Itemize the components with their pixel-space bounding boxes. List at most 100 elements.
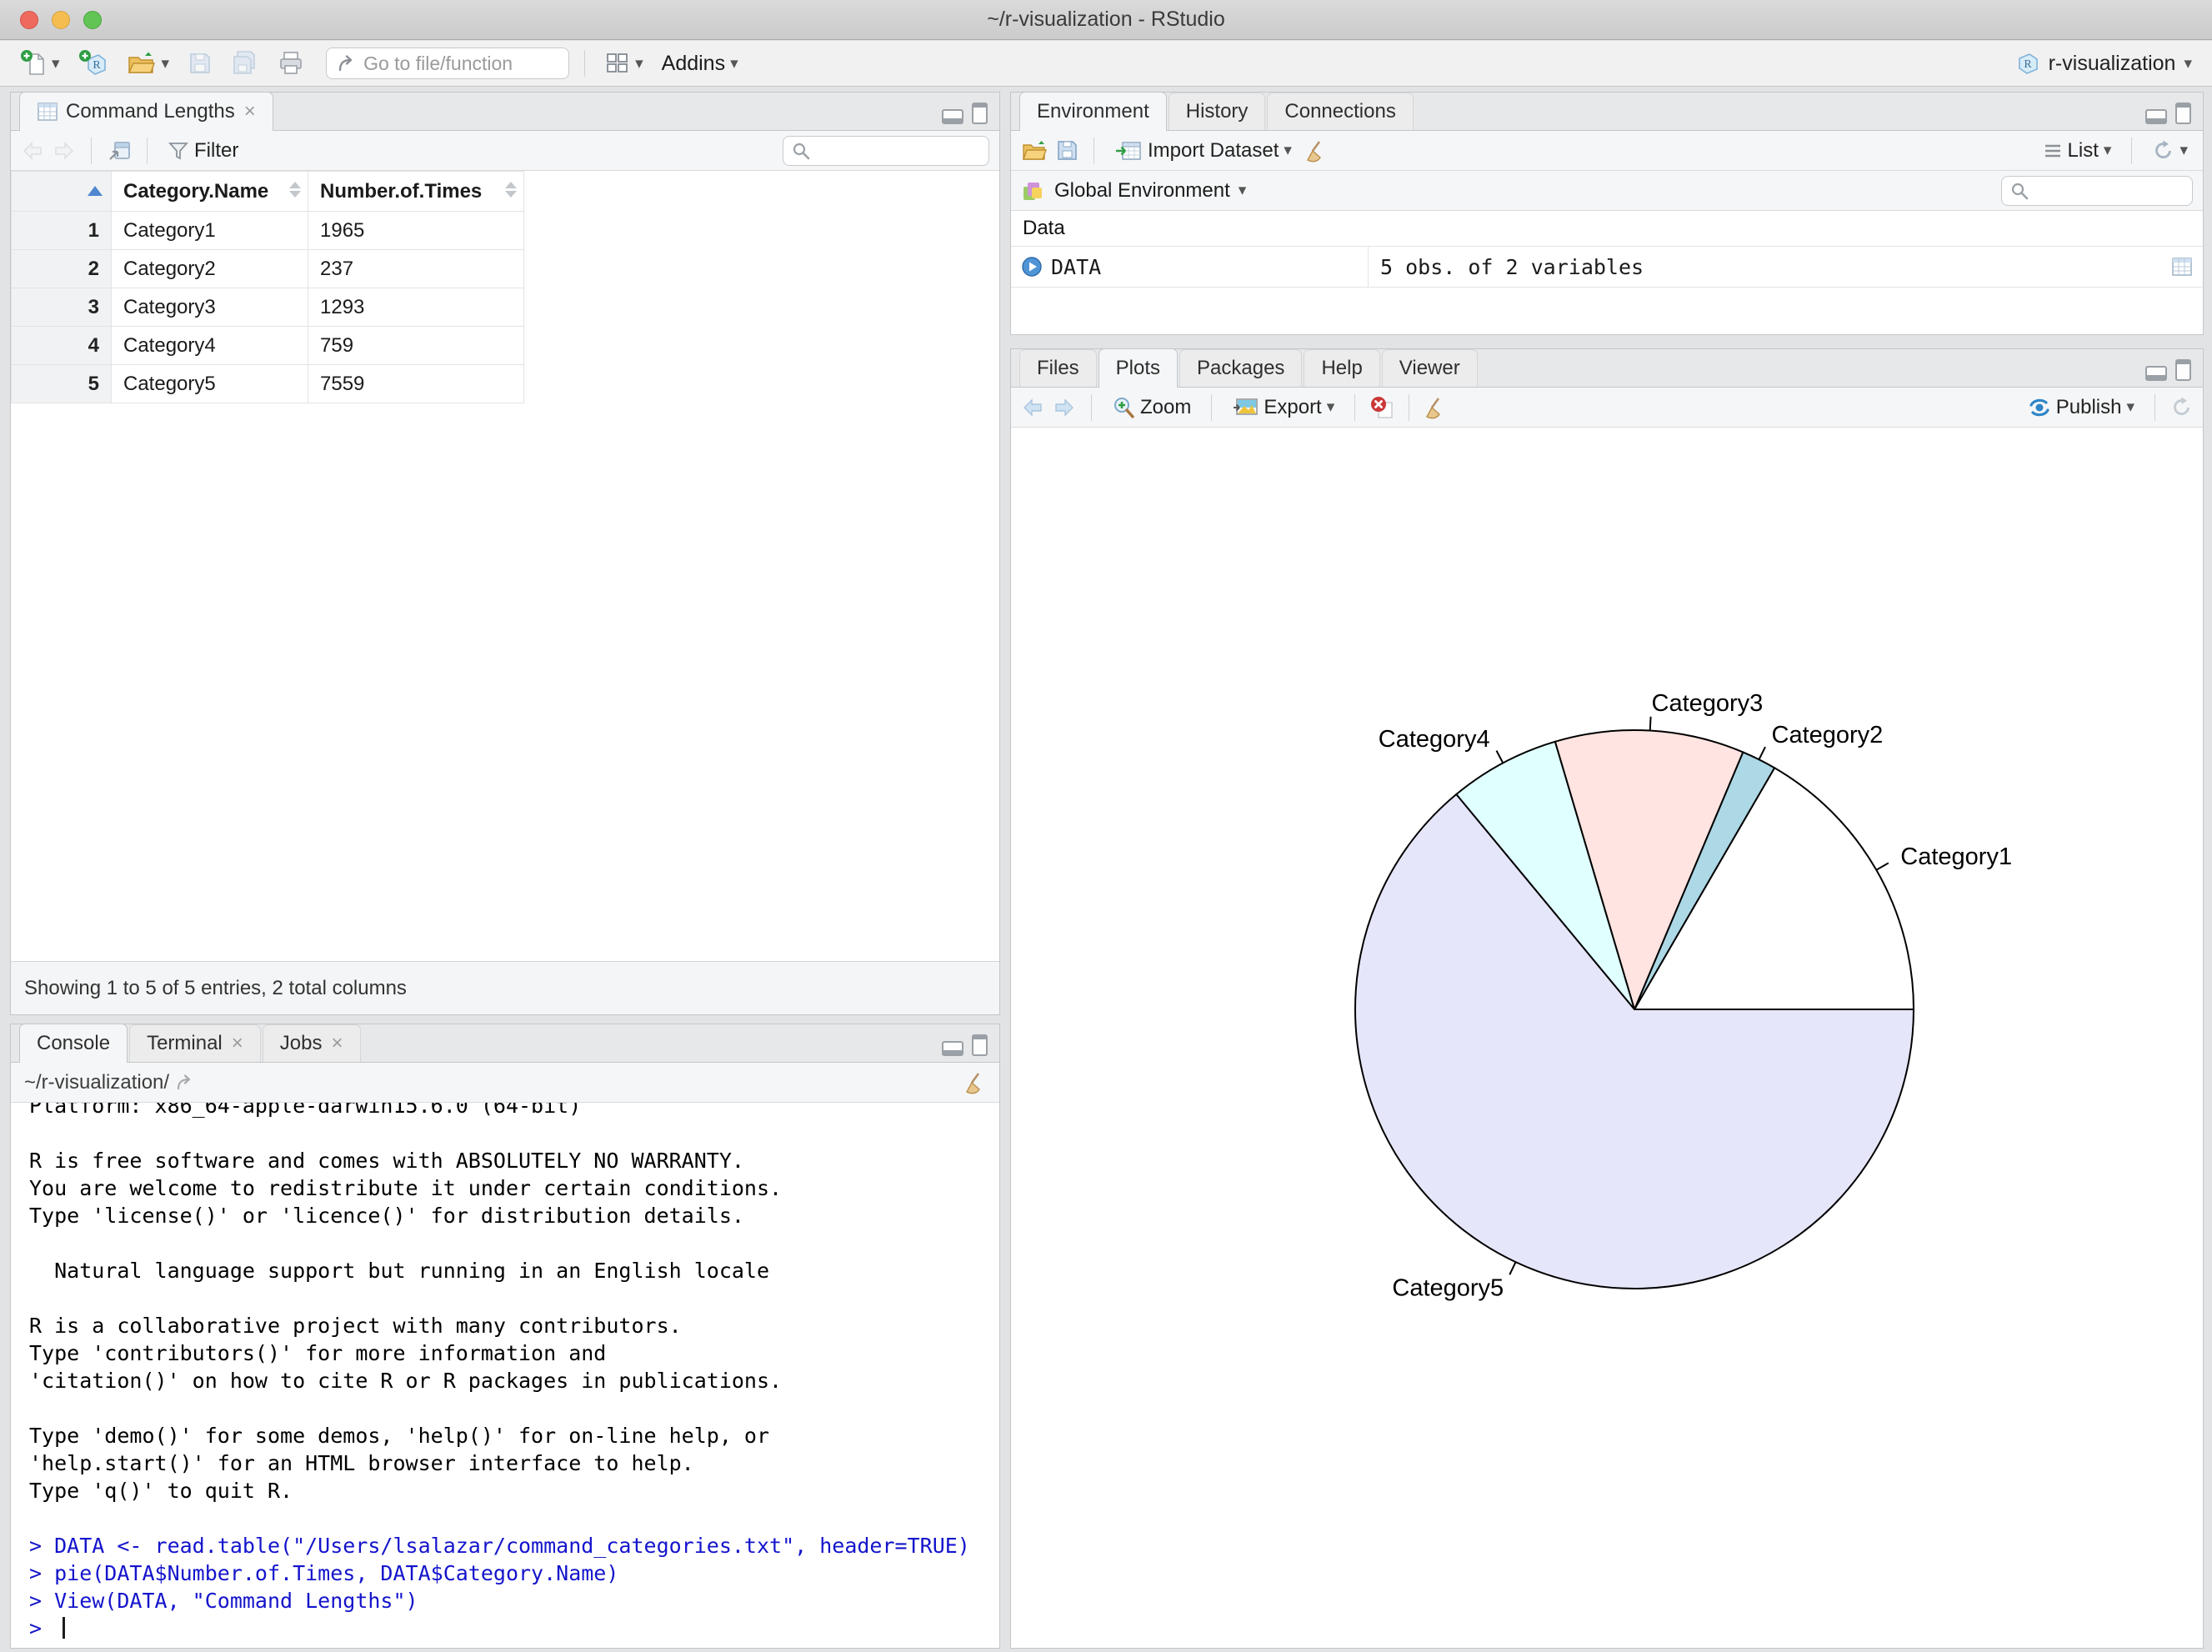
tab-plots[interactable]: Plots	[1098, 348, 1179, 388]
search-icon	[2011, 183, 2029, 199]
table-row[interactable]: 4 Category4 759	[11, 326, 524, 365]
panel-window-buttons	[942, 1034, 988, 1056]
table-row[interactable]: 5 Category5 7559	[11, 364, 524, 403]
print-icon	[280, 52, 302, 74]
goto-directory-icon[interactable]	[176, 1074, 196, 1092]
data-viewer-search-input[interactable]	[783, 135, 989, 166]
row-number: 2	[11, 249, 112, 288]
remove-plot-icon[interactable]	[1370, 396, 1394, 419]
sort-arrows-icon[interactable]	[289, 182, 301, 198]
minimize-panel-icon[interactable]	[942, 1041, 963, 1056]
export-label: Export	[1264, 395, 1322, 418]
tab-files[interactable]: Files	[1019, 349, 1097, 387]
clear-environment-broom-icon[interactable]	[1305, 139, 1327, 163]
display-mode-button[interactable]: List ▾	[2038, 136, 2117, 166]
close-tab-icon[interactable]: ×	[232, 1032, 243, 1055]
close-window-button[interactable]	[20, 11, 38, 29]
load-workspace-folder-icon[interactable]	[1021, 140, 1048, 162]
zoom-plot-button[interactable]: Zoom	[1107, 393, 1196, 423]
minimize-window-button[interactable]	[52, 11, 70, 29]
table-icon	[38, 103, 58, 121]
cell-category-name[interactable]: Category4	[111, 326, 308, 365]
forward-icon[interactable]	[53, 140, 76, 162]
workspace-panes-button[interactable]: ▾	[600, 48, 648, 78]
tab-connections[interactable]: Connections	[1267, 93, 1414, 130]
open-in-new-window-icon[interactable]	[107, 139, 132, 163]
environment-search-input[interactable]	[2001, 175, 2193, 206]
tab-help[interactable]: Help	[1304, 349, 1380, 387]
expand-object-play-icon[interactable]	[1021, 256, 1043, 278]
maximize-panel-icon[interactable]	[2175, 359, 2191, 381]
cell-number-of-times[interactable]: 759	[308, 326, 524, 365]
tab-packages[interactable]: Packages	[1179, 349, 1303, 387]
minimize-panel-icon[interactable]	[942, 109, 963, 124]
cell-number-of-times[interactable]: 7559	[308, 364, 524, 403]
sort-arrows-icon[interactable]	[505, 182, 517, 198]
cell-number-of-times[interactable]: 237	[308, 249, 524, 288]
import-dataset-button[interactable]: Import Dataset ▾	[1109, 136, 1297, 166]
publish-button[interactable]: Publish ▾	[2023, 393, 2139, 423]
row-number: 3	[11, 288, 112, 327]
save-button[interactable]	[183, 48, 218, 79]
zoom-window-button[interactable]	[83, 11, 102, 29]
minimize-panel-icon[interactable]	[2145, 366, 2167, 381]
scope-selector[interactable]: Global Environment	[1054, 179, 1230, 203]
open-file-button[interactable]: ▾	[122, 48, 175, 79]
new-project-button[interactable]: R	[73, 46, 113, 81]
export-plot-button[interactable]: Export ▾	[1227, 393, 1339, 423]
print-button[interactable]	[273, 48, 309, 79]
tab-command-lengths[interactable]: Command Lengths ×	[19, 92, 273, 131]
import-dataset-label: Import Dataset	[1148, 138, 1279, 162]
table-row[interactable]: 2 Category2 237	[11, 249, 524, 288]
close-tab-icon[interactable]: ×	[244, 100, 256, 123]
cell-category-name[interactable]: Category5	[111, 364, 308, 403]
column-header-label: Number.of.Times	[320, 179, 483, 203]
table-row[interactable]: 3 Category3 1293	[11, 288, 524, 327]
tab-label: Jobs	[279, 1032, 323, 1054]
tab-terminal[interactable]: Terminal ×	[129, 1024, 261, 1062]
refresh-environment-button[interactable]: ▾	[2147, 136, 2193, 165]
previous-plot-icon[interactable]	[1021, 397, 1044, 418]
save-workspace-icon[interactable]	[1056, 139, 1078, 162]
tab-label: Viewer	[1399, 357, 1460, 379]
cell-category-name[interactable]: Category2	[111, 249, 308, 288]
tab-console[interactable]: Console	[19, 1024, 128, 1063]
console-output[interactable]: Platform: x86_64-apple-darwin15.6.0 (64-…	[11, 1103, 999, 1649]
column-header-category-name[interactable]: Category.Name	[111, 171, 308, 212]
project-selector[interactable]: R r-visualization ▾	[2015, 51, 2192, 76]
save-all-button[interactable]	[226, 47, 264, 80]
console-line: Natural language support but running in …	[29, 1259, 770, 1283]
filter-button[interactable]: Filter	[163, 136, 243, 166]
next-plot-icon[interactable]	[1053, 397, 1076, 418]
column-header-number-of-times[interactable]: Number.of.Times	[308, 171, 524, 212]
refresh-icon	[2155, 140, 2172, 158]
back-icon[interactable]	[21, 140, 44, 162]
clear-console-broom-icon[interactable]	[964, 1071, 986, 1094]
refresh-plot-icon[interactable]	[2170, 396, 2193, 418]
maximize-panel-icon[interactable]	[972, 103, 988, 124]
cell-number-of-times[interactable]: 1293	[308, 288, 524, 327]
minimize-panel-icon[interactable]	[2145, 109, 2167, 124]
tab-jobs[interactable]: Jobs ×	[262, 1024, 361, 1062]
table-row[interactable]: 1 Category1 1965	[11, 211, 524, 250]
tab-environment[interactable]: Environment	[1019, 92, 1167, 131]
new-file-button[interactable]: ▾	[15, 46, 65, 81]
cell-category-name[interactable]: Category1	[111, 211, 308, 250]
close-tab-icon[interactable]: ×	[331, 1032, 343, 1055]
row-number: 4	[11, 326, 112, 365]
console-line: > DATA <- read.table("/Users/lsalazar/co…	[29, 1534, 970, 1558]
addins-button[interactable]: Addins ▾	[657, 48, 743, 79]
tab-history[interactable]: History	[1168, 93, 1266, 130]
maximize-panel-icon[interactable]	[972, 1034, 988, 1056]
goto-file-function-input[interactable]: Go to file/function	[326, 48, 570, 79]
cell-number-of-times[interactable]: 1965	[308, 211, 524, 250]
cell-category-name[interactable]: Category3	[111, 288, 308, 327]
maximize-panel-icon[interactable]	[2175, 103, 2191, 124]
row-number-header[interactable]	[11, 171, 112, 212]
pie-label-Category2: Category2	[1772, 722, 1884, 748]
tab-viewer[interactable]: Viewer	[1381, 349, 1478, 387]
clear-all-plots-broom-icon[interactable]	[1424, 396, 1446, 419]
view-data-grid-icon[interactable]	[2171, 257, 2193, 277]
environment-object-row[interactable]: DATA 5 obs. of 2 variables	[1011, 246, 2203, 288]
